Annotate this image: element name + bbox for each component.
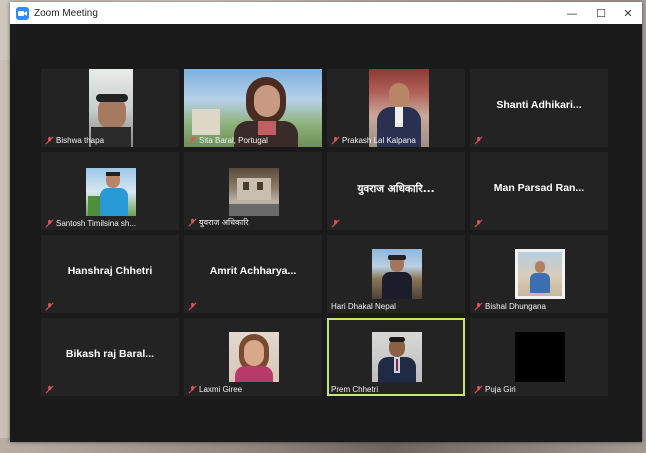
participant-tile[interactable]: Bikash raj Baral... [41, 318, 179, 396]
maximize-button[interactable]: ☐ [587, 2, 615, 24]
gallery-view: Bishwa thapa Sita Baral, Portugal Prakas… [10, 24, 642, 442]
participant-video [372, 332, 422, 382]
muted-mic-icon [45, 302, 54, 311]
participant-display-name: Bikash raj Baral... [65, 348, 155, 360]
participant-tile[interactable]: युवराज अधिकारि [184, 152, 322, 230]
participant-video [515, 249, 565, 299]
participant-name-label: Sita Baral, Portugal [188, 136, 268, 145]
participant-tile-active-speaker[interactable]: Prem Chhetri [327, 318, 465, 396]
participant-display-name: Amrit Achharya... [209, 265, 297, 277]
participant-tile[interactable]: Shanti Adhikari... [470, 69, 608, 147]
participant-display-name: Shanti Adhikari... [496, 99, 582, 111]
muted-mic-icon [45, 219, 54, 228]
participant-tile[interactable]: Hari Dhakal Nepal [327, 235, 465, 313]
participant-tile[interactable]: Puja Giri [470, 318, 608, 396]
participant-name-label [331, 219, 342, 228]
participant-video [229, 332, 279, 382]
participant-video [372, 249, 422, 299]
participant-video [229, 168, 279, 216]
muted-mic-icon [45, 136, 54, 145]
muted-mic-icon [474, 385, 483, 394]
participant-tile[interactable]: Laxmi Giree [184, 318, 322, 396]
participant-tile[interactable]: Amrit Achharya... [184, 235, 322, 313]
participant-video [515, 332, 565, 382]
title-bar[interactable]: Zoom Meeting — ☐ ✕ [10, 2, 642, 24]
muted-mic-icon [474, 302, 483, 311]
participant-tile[interactable]: Hanshraj Chhetri [41, 235, 179, 313]
participant-name-label [188, 302, 199, 311]
participant-name-label: Prakash Lal Kalpana [331, 136, 416, 145]
participant-video [86, 168, 136, 216]
close-icon: ✕ [623, 6, 633, 20]
participant-name-label: Santosh Timilsina sh... [45, 219, 136, 228]
muted-mic-icon [331, 136, 340, 145]
participant-tile[interactable]: Santosh Timilsina sh... [41, 152, 179, 230]
participant-display-name: Man Parsad Ran... [493, 182, 585, 194]
participant-name-label: Puja Giri [474, 385, 516, 394]
participant-name-label: Bishal Dhungana [474, 302, 546, 311]
muted-mic-icon [188, 302, 197, 311]
participant-name-label [45, 302, 56, 311]
participant-tile[interactable]: युवराज अधिकारि... [327, 152, 465, 230]
muted-mic-icon [188, 218, 197, 227]
participant-tile[interactable]: Bishal Dhungana [470, 235, 608, 313]
zoom-meeting-window: Zoom Meeting — ☐ ✕ Bishwa thapa Sita Bar… [10, 2, 642, 442]
minimize-button[interactable]: — [558, 2, 586, 24]
participant-name-label: Prem Chhetri [331, 385, 379, 394]
participant-display-name: युवराज अधिकारि... [357, 183, 435, 195]
minimize-icon: — [566, 6, 578, 20]
participant-name-label: Bishwa thapa [45, 136, 104, 145]
participant-name-label [474, 136, 485, 145]
muted-mic-icon [474, 136, 483, 145]
muted-mic-icon [331, 219, 340, 228]
participant-tile[interactable]: Sita Baral, Portugal [184, 69, 322, 147]
muted-mic-icon [474, 219, 483, 228]
muted-mic-icon [188, 385, 197, 394]
participant-tile[interactable]: Bishwa thapa [41, 69, 179, 147]
maximize-icon: ☐ [596, 6, 606, 20]
participant-name-label [45, 385, 56, 394]
participant-name-label: युवराज अधिकारि [188, 217, 249, 228]
participant-name-label [474, 219, 485, 228]
participant-name-label: Hari Dhakal Nepal [331, 302, 396, 311]
close-button[interactable]: ✕ [614, 2, 642, 24]
participant-display-name: Hanshraj Chhetri [67, 265, 153, 277]
participant-name-label: Laxmi Giree [188, 385, 242, 394]
muted-mic-icon [188, 136, 197, 145]
participant-tile[interactable]: Man Parsad Ran... [470, 152, 608, 230]
participant-tile[interactable]: Prakash Lal Kalpana [327, 69, 465, 147]
zoom-app-icon [16, 6, 29, 20]
muted-mic-icon [45, 385, 54, 394]
window-title: Zoom Meeting [34, 7, 98, 19]
